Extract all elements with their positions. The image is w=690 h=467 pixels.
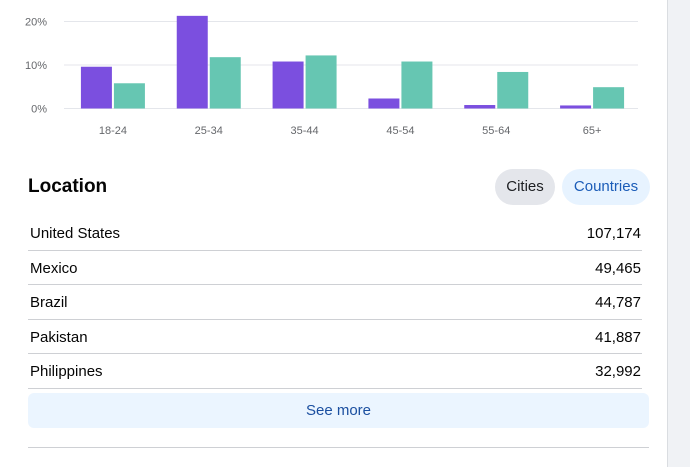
cities-toggle-button[interactable]: Cities: [495, 169, 555, 205]
x-tick-label: 65+: [583, 125, 602, 137]
bar-series-2: [209, 57, 241, 109]
location-value: 107,174: [586, 225, 641, 242]
bar-series-2: [593, 87, 625, 109]
bar-series-2: [113, 83, 145, 109]
location-title: Location: [28, 176, 108, 197]
bar-series-2: [401, 61, 433, 109]
y-tick-label: 0%: [31, 104, 47, 116]
location-name: Philippines: [30, 363, 103, 381]
location-value: 41,887: [595, 328, 641, 346]
section-divider: [28, 447, 649, 448]
see-more-button[interactable]: See more: [28, 393, 649, 428]
bar-series-1: [272, 61, 304, 109]
location-value: 32,992: [595, 363, 641, 381]
y-tick-label: 10%: [25, 60, 47, 72]
x-tick-label: 35-44: [291, 125, 319, 137]
age-chart: 0% 10% 20% 18-24 25-34 35-44 45-54 55-64 65+: [0, 0, 668, 150]
location-row: Pakistan 41,887: [28, 320, 642, 355]
bar-series-1: [80, 66, 112, 109]
x-tick-label: 45-54: [386, 125, 414, 137]
location-name: Pakistan: [30, 328, 88, 346]
location-value: 44,787: [595, 294, 641, 312]
bar-series-2: [305, 55, 337, 109]
bar-series-2: [497, 71, 529, 109]
x-tick-label: 18-24: [99, 125, 127, 137]
location-row: Philippines 32,992: [28, 354, 642, 389]
location-name: Brazil: [30, 294, 68, 312]
countries-toggle-button[interactable]: Countries: [562, 169, 650, 205]
location-list: United States 107,174 Mexico 49,465 Braz…: [28, 216, 642, 389]
age-chart-svg: 0% 10% 20% 18-24 25-34 35-44 45-54 55-64 65+: [25, 15, 638, 137]
audience-card: 0% 10% 20% 18-24 25-34 35-44 45-54 55-64 65+ Loc…: [0, 0, 668, 467]
x-tick-label: 25-34: [195, 125, 223, 137]
x-tick-label: 55-64: [482, 125, 510, 137]
location-name: United States: [30, 225, 121, 242]
bar-series-1: [176, 15, 208, 109]
location-header: Location Cities Countries: [28, 168, 650, 206]
location-row: Mexico 49,465: [28, 251, 642, 286]
bar-series-1: [560, 105, 592, 109]
bar-series-1: [368, 98, 400, 109]
location-row: Brazil 44,787: [28, 285, 642, 320]
location-value: 49,465: [595, 259, 641, 277]
y-tick-label: 20%: [25, 17, 47, 29]
bar-series-1: [464, 105, 496, 109]
location-name: Mexico: [30, 259, 78, 277]
location-row: United States 107,174: [28, 216, 642, 251]
